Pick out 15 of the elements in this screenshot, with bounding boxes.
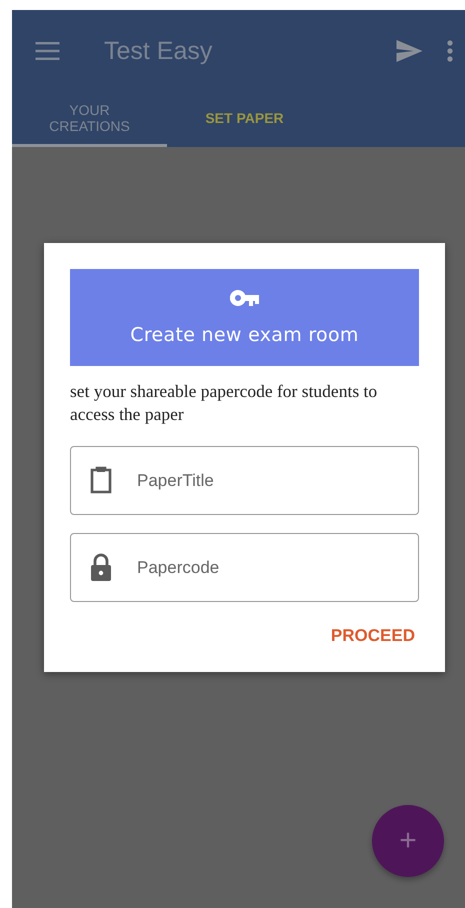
- add-fab[interactable]: +: [372, 805, 444, 877]
- menu-icon[interactable]: [35, 42, 60, 60]
- lock-icon: [90, 553, 112, 581]
- key-icon: [230, 290, 260, 306]
- more-icon[interactable]: [447, 40, 453, 62]
- tab[interactable]: YOUR CREATIONS: [12, 92, 167, 147]
- clipboard-icon: [90, 466, 112, 494]
- dialog-title: Create new exam room: [130, 324, 359, 346]
- proceed-button[interactable]: PROCEED: [326, 620, 419, 652]
- input-field[interactable]: Papercode: [70, 533, 419, 602]
- tab[interactable]: SET PAPER: [167, 92, 322, 147]
- dialog-description: set your shareable papercode for students to access the paper: [70, 380, 378, 426]
- app-title: Test Easy: [104, 36, 212, 66]
- send-icon[interactable]: [396, 40, 423, 62]
- input-field[interactable]: PaperTitle: [70, 446, 419, 515]
